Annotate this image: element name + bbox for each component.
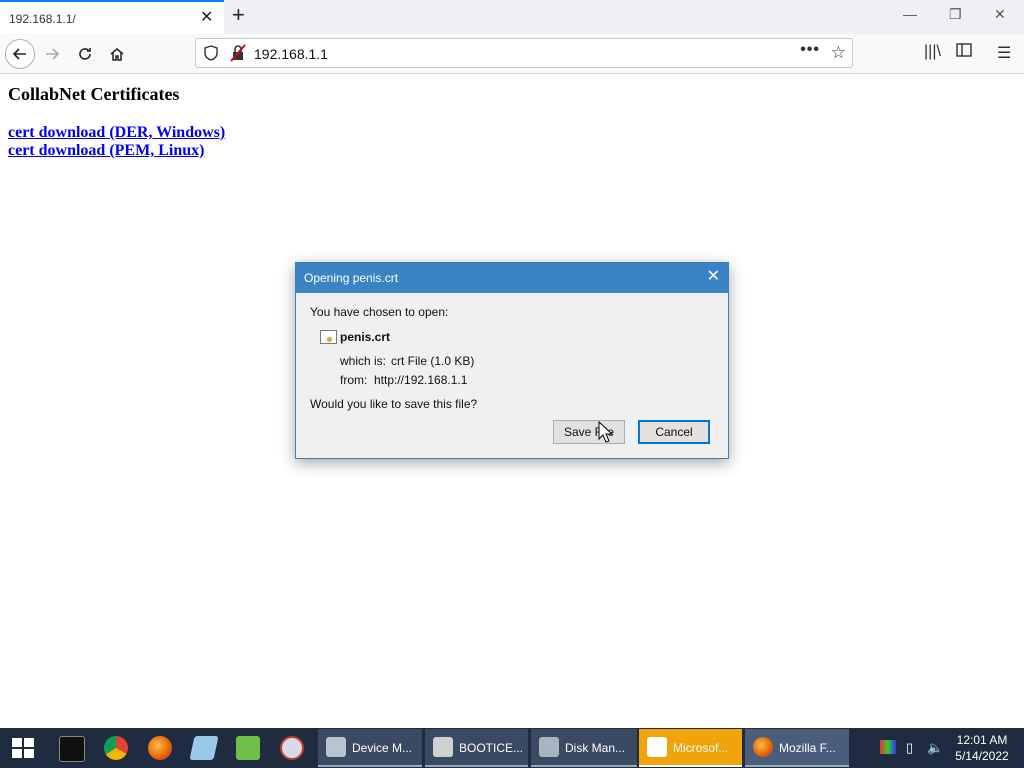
plus-icon[interactable]: + bbox=[232, 4, 245, 26]
file-type-label: which is: bbox=[340, 354, 387, 368]
insecure-lock-icon[interactable] bbox=[230, 44, 246, 67]
taskbar: Device M... BOOTICE... Disk Man... Micro… bbox=[0, 728, 1024, 768]
close-icon[interactable]: ✕ bbox=[200, 10, 213, 26]
save-question: Would you like to save this file? bbox=[310, 397, 478, 411]
library-icon[interactable]: |||\ bbox=[924, 43, 941, 61]
volume-muted-icon[interactable]: 🔈 bbox=[927, 740, 943, 756]
tab-strip: 192.168.1.1/ ✕ + — ❐ ✕ bbox=[0, 0, 1024, 34]
cancel-button[interactable]: Cancel bbox=[638, 420, 710, 444]
disk-management-icon bbox=[539, 737, 559, 757]
forward-icon[interactable] bbox=[38, 40, 66, 68]
browser-tab[interactable]: 192.168.1.1/ ✕ bbox=[0, 0, 224, 34]
command-prompt-icon[interactable] bbox=[59, 736, 85, 762]
restore-icon[interactable]: ❐ bbox=[949, 6, 962, 23]
back-icon[interactable] bbox=[5, 39, 35, 69]
taskbar-app-label: Device M... bbox=[352, 741, 413, 755]
tool-app-icon[interactable] bbox=[280, 736, 304, 760]
taskbar-app-bootice[interactable]: BOOTICE... bbox=[425, 729, 528, 767]
taskbar-app-label: BOOTICE... bbox=[459, 741, 524, 755]
notepad-app-icon[interactable] bbox=[189, 736, 219, 760]
chrome-icon[interactable] bbox=[104, 736, 128, 760]
dialog-titlebar[interactable]: Opening penis.crt ✕ bbox=[296, 263, 728, 293]
taskbar-app-device-manager[interactable]: Device M... bbox=[318, 729, 422, 767]
page-content: CollabNet Certificates cert download (DE… bbox=[8, 84, 225, 160]
taskbar-app-label: Disk Man... bbox=[565, 741, 626, 755]
firefox-icon[interactable] bbox=[148, 736, 172, 760]
file-type-value: crt File (1.0 KB) bbox=[391, 354, 475, 368]
taskbar-app-disk-management[interactable]: Disk Man... bbox=[531, 729, 637, 767]
file-source-label: from: bbox=[340, 373, 368, 387]
taskbar-app-label: Mozilla F... bbox=[779, 741, 836, 755]
open-file-dialog: Opening penis.crt ✕ You have chosen to o… bbox=[295, 262, 729, 459]
color-tray-icon[interactable] bbox=[880, 740, 896, 754]
file-source-value: http://192.168.1.1 bbox=[374, 373, 468, 387]
taskbar-app-microsoft[interactable]: Microsof... bbox=[639, 729, 742, 767]
cert-download-der-link[interactable]: cert download (DER, Windows) bbox=[8, 124, 225, 142]
save-file-button[interactable]: Save File bbox=[553, 420, 625, 444]
dialog-prompt: You have chosen to open: bbox=[310, 305, 449, 319]
firefox-icon bbox=[753, 737, 773, 757]
clock-date: 5/14/2022 bbox=[955, 749, 1009, 763]
page-title: CollabNet Certificates bbox=[8, 84, 180, 104]
document-icon bbox=[647, 737, 667, 757]
page-actions-icon[interactable]: ••• bbox=[800, 41, 820, 59]
mouse-cursor-icon bbox=[598, 421, 614, 443]
windows-start-icon[interactable] bbox=[12, 738, 34, 758]
file-name: penis.crt bbox=[340, 330, 391, 344]
minimize-icon[interactable]: — bbox=[903, 6, 917, 22]
spreadsheet-app-icon[interactable] bbox=[236, 736, 260, 760]
certificate-file-icon bbox=[320, 330, 337, 344]
shield-icon[interactable] bbox=[204, 45, 218, 66]
window-close-icon[interactable]: ✕ bbox=[994, 6, 1006, 23]
sidebar-icon[interactable] bbox=[956, 43, 972, 62]
close-icon[interactable]: ✕ bbox=[707, 268, 720, 286]
home-icon[interactable] bbox=[103, 40, 131, 68]
star-icon[interactable]: ☆ bbox=[831, 43, 846, 63]
usb-icon[interactable]: ▯ bbox=[906, 740, 913, 756]
clock-time: 12:01 AM bbox=[956, 733, 1008, 747]
dialog-title: Opening penis.crt bbox=[304, 271, 399, 285]
taskbar-app-label: Microsof... bbox=[673, 741, 729, 755]
url-bar[interactable]: 192.168.1.1 ••• ☆ bbox=[195, 38, 853, 68]
menu-icon[interactable]: ☰ bbox=[997, 43, 1011, 63]
bootice-icon bbox=[433, 737, 453, 757]
system-clock[interactable]: 12:01 AM 5/14/2022 bbox=[946, 732, 1018, 764]
reload-icon[interactable] bbox=[71, 40, 99, 68]
url-text[interactable]: 192.168.1.1 bbox=[254, 46, 328, 62]
cert-download-pem-link[interactable]: cert download (PEM, Linux) bbox=[8, 142, 225, 160]
taskbar-app-mozilla-firefox[interactable]: Mozilla F... bbox=[745, 729, 849, 767]
device-manager-icon bbox=[326, 737, 346, 757]
navigation-bar: 192.168.1.1 ••• ☆ |||\ ☰ bbox=[0, 34, 1024, 74]
tab-title: 192.168.1.1/ bbox=[9, 12, 76, 26]
